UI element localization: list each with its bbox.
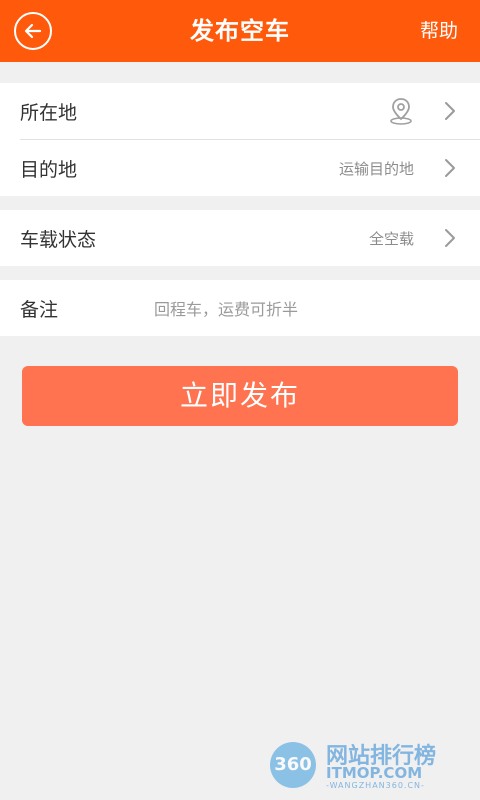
remark-row: 备注 回程车，运费可折半: [0, 280, 480, 336]
remark-label: 备注: [20, 298, 59, 321]
page-title: 发布空车: [190, 17, 290, 45]
publish-empty-truck-page: 发布空车 帮助 所在地 目的地 运输目的地 车载状态 全空载 备注 回程车，运费…: [0, 0, 480, 800]
destination-label: 目的地: [20, 158, 78, 181]
header-bar: 发布空车 帮助: [0, 0, 480, 62]
load-status-row[interactable]: 车载状态 全空载: [0, 210, 480, 266]
load-status-label: 车载状态: [20, 228, 97, 251]
destination-row[interactable]: 目的地 运输目的地: [0, 140, 480, 196]
chevron-right-icon: [442, 157, 458, 179]
chevron-right-icon: [442, 227, 458, 249]
remark-group: 备注 回程车，运费可折半: [0, 280, 480, 336]
load-status-value: 全空载: [368, 229, 414, 248]
location-pin-icon[interactable]: [388, 96, 414, 126]
publish-now-button[interactable]: 立即发布: [22, 366, 458, 426]
arrow-left-icon: [24, 23, 42, 39]
location-group: 所在地 目的地 运输目的地: [0, 83, 480, 196]
watermark-subtitle: ITMOP.COM: [326, 764, 423, 782]
location-row[interactable]: 所在地: [0, 83, 480, 139]
location-label: 所在地: [20, 101, 78, 124]
chevron-right-icon: [442, 100, 458, 122]
watermark-url: -WANGZHAN360.CN-: [326, 781, 425, 790]
help-link[interactable]: 帮助: [420, 0, 458, 62]
remark-input[interactable]: 回程车，运费可折半: [154, 296, 298, 320]
destination-value: 运输目的地: [338, 159, 414, 178]
load-status-group: 车载状态 全空载: [0, 210, 480, 266]
back-button[interactable]: [14, 12, 52, 50]
watermark-badge: 360: [270, 742, 316, 788]
watermark-logo: 360 网站排行榜 ITMOP.COM -WANGZHAN360.CN-: [262, 736, 474, 794]
